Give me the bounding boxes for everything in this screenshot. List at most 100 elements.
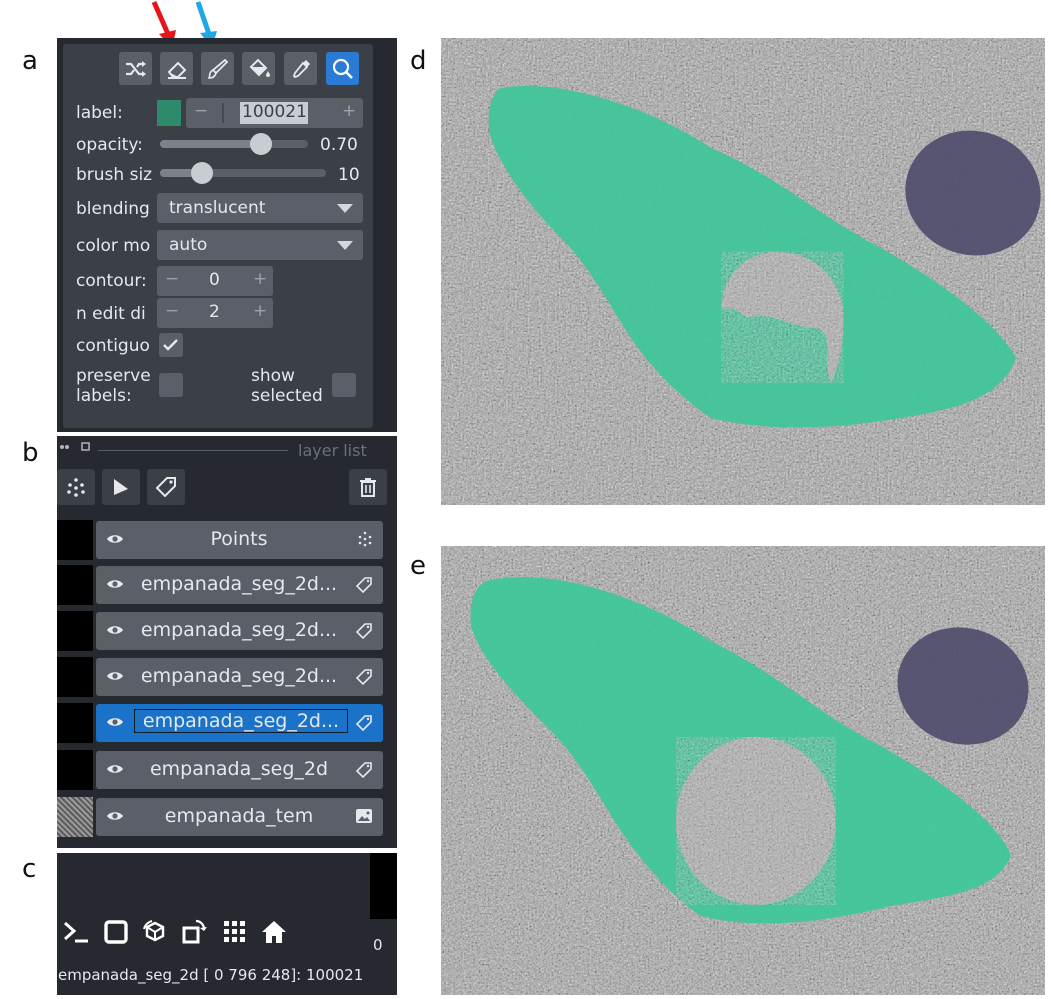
delete-layer-button[interactable] [349, 469, 387, 505]
layer-name[interactable]: empanada_seg_2d... [134, 619, 344, 641]
opacity-slider-fill [160, 140, 264, 148]
label-spinbox[interactable]: − 100021 + [186, 98, 363, 128]
shuffle-button[interactable] [119, 52, 152, 85]
eye-icon[interactable] [106, 808, 124, 827]
labels-icon [355, 576, 373, 598]
fill-bucket-button[interactable] [242, 52, 275, 85]
grid-icon [224, 921, 245, 942]
labels-icon [355, 714, 373, 736]
brush-size-slider-handle[interactable] [191, 162, 213, 184]
layer-name[interactable]: empanada_seg_2d... [134, 709, 348, 733]
layer-name[interactable]: empanada_seg_2d [134, 758, 344, 780]
color-picker-button[interactable] [284, 52, 317, 85]
delete-layer-icon [360, 478, 376, 497]
new-points-icon [67, 478, 85, 497]
new-labels-icon [155, 477, 176, 498]
brush-size-label: brush siz [76, 165, 152, 185]
layer-row[interactable]: empanada_tem [96, 798, 383, 836]
layer-list-title-line [98, 450, 288, 451]
grid-button[interactable] [219, 916, 251, 948]
contiguous-checkbox[interactable] [159, 333, 183, 357]
eraser-icon [167, 61, 186, 79]
layer-row[interactable]: empanada_seg_2d... [96, 658, 383, 696]
contiguous-label: contiguo [76, 336, 150, 356]
contour-increment[interactable]: + [253, 269, 267, 289]
ndisplay-button[interactable] [100, 916, 132, 948]
layer-thumbnail [57, 565, 93, 605]
contour-decrement[interactable]: − [165, 269, 179, 289]
roll-button[interactable] [139, 916, 171, 948]
blending-combo[interactable]: translucent [157, 193, 363, 223]
panel-letter-b: b [22, 438, 39, 468]
eye-icon[interactable] [106, 576, 124, 595]
show-selected-label-line2: selected [251, 386, 323, 406]
new-shapes-icon [114, 479, 128, 495]
eye-icon[interactable] [106, 714, 124, 733]
eraser-button[interactable] [160, 52, 193, 85]
layer-thumbnail [57, 750, 93, 790]
console-button[interactable] [60, 916, 92, 948]
home-button[interactable] [258, 916, 290, 948]
em-image-after [441, 546, 1045, 995]
layer-name[interactable]: Points [134, 528, 344, 550]
new-points-button[interactable] [57, 469, 95, 505]
eye-icon[interactable] [106, 668, 124, 687]
n-edit-dim-decrement[interactable]: − [165, 301, 179, 321]
points-icon [357, 531, 373, 551]
paintbrush-button[interactable] [201, 52, 234, 85]
label-increment[interactable]: + [342, 101, 356, 121]
blending-value: translucent [169, 198, 266, 218]
new-shapes-button[interactable] [102, 469, 140, 505]
dock-controls-icon[interactable] [58, 442, 92, 454]
chevron-down-icon [337, 241, 353, 250]
layer-row[interactable]: empanada_seg_2d... [96, 612, 383, 650]
layer-row[interactable]: empanada_seg_2d... [96, 566, 383, 604]
viewer-counter: 0 [373, 936, 383, 954]
contour-value[interactable]: 0 [209, 270, 220, 290]
n-edit-dim-label: n edit di [76, 304, 146, 324]
transpose-button[interactable] [178, 916, 210, 948]
brush-size-value: 10 [338, 165, 360, 185]
zoom-icon [332, 58, 353, 79]
layer-name[interactable]: empanada_seg_2d... [134, 665, 344, 687]
label-color-swatch[interactable] [157, 100, 181, 126]
labels-icon [355, 668, 373, 690]
zoom-button[interactable] [326, 52, 359, 85]
eye-icon[interactable] [106, 622, 124, 641]
color-mode-combo[interactable]: auto [157, 230, 363, 260]
panel-letter-d: d [410, 46, 427, 76]
preserve-labels-checkbox[interactable] [159, 373, 183, 397]
contour-label: contour: [76, 271, 147, 291]
label-value[interactable]: 100021 [242, 102, 307, 122]
check-icon [163, 339, 178, 351]
home-icon [262, 921, 286, 943]
n-edit-dim-increment[interactable]: + [253, 301, 267, 321]
color-mode-value: auto [169, 235, 208, 255]
layer-row[interactable]: empanada_seg_2d... [96, 704, 383, 742]
eye-icon[interactable] [106, 761, 124, 780]
preserve-labels-label-line2: labels: [76, 386, 132, 406]
eye-icon[interactable] [106, 531, 124, 550]
show-selected-label-line1: show [251, 366, 295, 386]
console-icon [64, 921, 88, 943]
opacity-value: 0.70 [320, 135, 358, 155]
layer-row[interactable]: empanada_seg_2d [96, 751, 383, 789]
label-decrement[interactable]: − [194, 101, 208, 121]
layer-thumbnail [57, 611, 93, 651]
layer-name[interactable]: empanada_tem [134, 805, 344, 827]
new-labels-button[interactable] [147, 469, 185, 505]
show-selected-checkbox[interactable] [332, 373, 356, 397]
opacity-slider[interactable] [160, 133, 308, 155]
n-edit-dim-value[interactable]: 2 [209, 302, 220, 322]
image-icon [355, 808, 373, 828]
opacity-slider-handle[interactable] [250, 133, 272, 155]
canvas-strip [370, 853, 397, 919]
layer-thumbnail [57, 520, 93, 560]
contour-spinbox[interactable]: − 0 + [157, 266, 273, 296]
brush-size-slider[interactable] [160, 162, 326, 184]
n-edit-dim-spinbox[interactable]: − 2 + [157, 298, 273, 328]
labels-icon [355, 622, 373, 644]
transpose-icon [182, 919, 207, 944]
layer-name[interactable]: empanada_seg_2d... [134, 573, 344, 595]
layer-row[interactable]: Points [96, 521, 383, 559]
